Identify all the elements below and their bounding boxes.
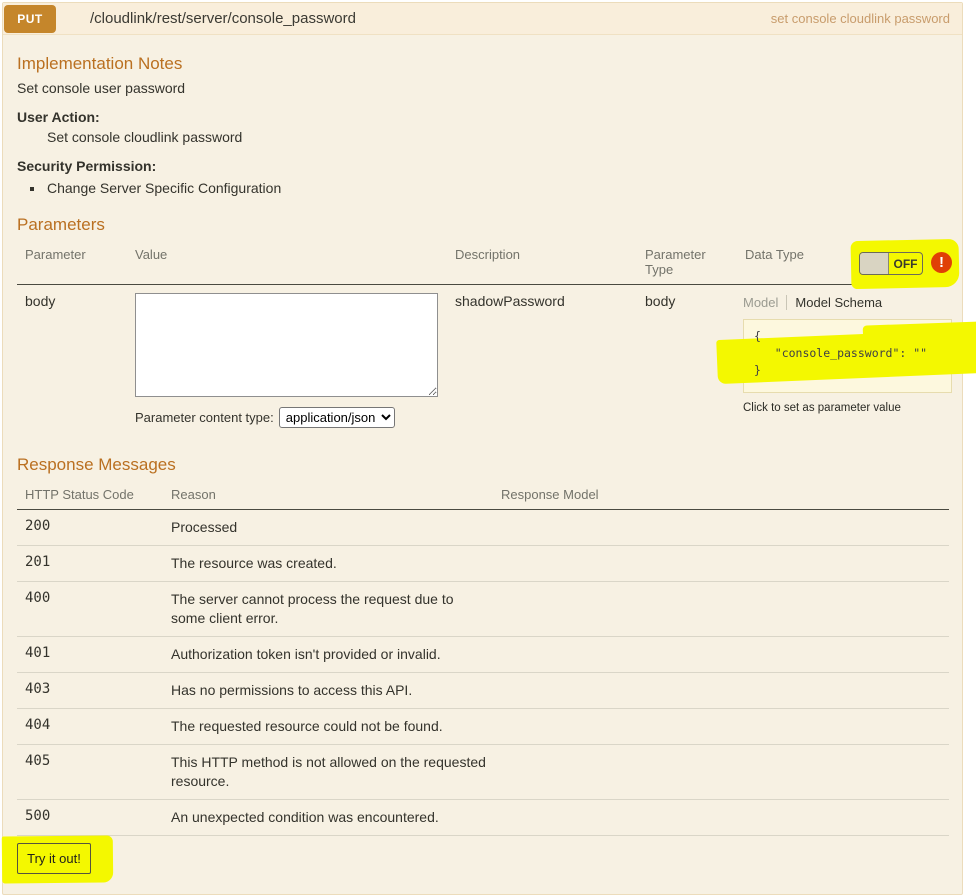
status-code: 401	[25, 645, 51, 661]
reason: An unexpected condition was encountered.	[171, 809, 439, 825]
col-value: Value	[135, 247, 168, 262]
reason: Authorization token isn't provided or in…	[171, 646, 441, 662]
response-row-405: 405 This HTTP method is not allowed on t…	[17, 745, 949, 800]
reason: The resource was created.	[171, 555, 337, 571]
col-http-status-code: HTTP Status Code	[25, 487, 134, 502]
tab-divider	[786, 295, 788, 310]
status-code: 201	[25, 554, 51, 570]
schema-json: { "console_password": ""}	[754, 329, 928, 377]
responses-table-header: HTTP Status Code Reason Response Model	[17, 483, 949, 510]
parameters-title: Parameters	[17, 215, 105, 234]
content-type-select[interactable]: application/json	[278, 407, 395, 428]
security-permission-list: Change Server Specific Configuration	[17, 180, 949, 196]
api-operation-panel: PUT /cloudlink/rest/server/console_passw…	[1, 2, 976, 895]
tab-model-schema[interactable]: Model Schema	[795, 295, 882, 310]
response-row-200: 200 Processed	[17, 510, 949, 546]
reason: Processed	[171, 519, 238, 535]
toggle-state-label: OFF	[893, 256, 918, 271]
operation-header[interactable]: PUT /cloudlink/rest/server/console_passw…	[3, 3, 962, 35]
model-schema-wrap: { "console_password": ""}	[716, 319, 976, 393]
tab-model[interactable]: Model	[743, 295, 778, 310]
response-model	[493, 582, 949, 636]
col-response-model: Response Model	[501, 487, 599, 502]
col-parameter-type: Parameter Type	[645, 247, 706, 277]
implementation-notes-title: Implementation Notes	[17, 54, 183, 73]
auth-toggle[interactable]: OFF	[859, 252, 923, 275]
parameter-name: body	[25, 293, 56, 309]
response-messages-title: Response Messages	[17, 455, 176, 474]
response-row-201: 201 The resource was created.	[17, 546, 949, 582]
reason: The server cannot process the request du…	[171, 591, 454, 626]
response-row-500: 500 An unexpected condition was encounte…	[17, 800, 949, 836]
status-code: 405	[25, 753, 51, 769]
status-code: 400	[25, 590, 51, 606]
data-type-cell: Model Model Schema { "console_password":…	[716, 285, 976, 436]
status-code: 500	[25, 808, 51, 824]
user-action-value: Set console cloudlink password	[47, 129, 243, 145]
reason: The requested resource could not be foun…	[171, 718, 443, 734]
implementation-notes-description: Set console user password	[17, 80, 186, 96]
content-type-label: Parameter content type:	[135, 410, 274, 425]
col-description: Description	[455, 247, 521, 262]
reason: This HTTP method is not allowed on the r…	[171, 754, 486, 789]
warning-icon[interactable]: !	[931, 252, 952, 273]
response-model	[493, 510, 949, 545]
status-code: 403	[25, 681, 51, 697]
response-row-401: 401 Authorization token isn't provided o…	[17, 637, 949, 673]
parameters-table-header: Parameter Value Description Parameter Ty…	[17, 243, 949, 285]
security-permission-label: Security Permission:	[17, 158, 157, 174]
response-model	[493, 546, 949, 581]
reason: Has no permissions to access this API.	[171, 682, 413, 698]
schema-hint: Click to set as parameter value	[743, 402, 901, 414]
security-permission-item: Change Server Specific Configuration	[45, 180, 949, 196]
status-code: 200	[25, 518, 51, 534]
response-row-404: 404 The requested resource could not be …	[17, 709, 949, 745]
response-model	[493, 745, 949, 799]
model-schema-panel[interactable]: { "console_password": ""}	[743, 319, 952, 393]
response-model	[493, 800, 949, 835]
body-value-textarea[interactable]	[135, 293, 438, 397]
parameter-description: shadowPassword	[455, 293, 565, 309]
http-method-badge: PUT	[4, 4, 56, 33]
response-row-400: 400 The server cannot process the reques…	[17, 582, 949, 637]
col-parameter: Parameter	[25, 247, 86, 262]
auth-toggle-cluster: OFF !	[850, 238, 961, 290]
endpoint-path: /cloudlink/rest/server/console_password	[90, 10, 356, 27]
response-model	[493, 637, 949, 672]
parameter-value-cell: Parameter content type: application/json	[127, 285, 447, 436]
response-row-403: 403 Has no permissions to access this AP…	[17, 673, 949, 709]
content-type-row: Parameter content type: application/json	[135, 407, 443, 428]
operation-content: Implementation Notes Set console user pa…	[1, 54, 976, 894]
user-action-label: User Action:	[17, 109, 100, 125]
toggle-knob[interactable]	[860, 253, 889, 274]
col-reason: Reason	[171, 487, 216, 502]
response-model	[493, 673, 949, 708]
try-it-out-button[interactable]: Try it out!	[17, 843, 91, 874]
tryout-area: Try it out!	[1, 835, 949, 886]
response-model	[493, 709, 949, 744]
status-code: 404	[25, 717, 51, 733]
model-tabs: Model Model Schema	[743, 295, 952, 310]
parameter-row-body: body Parameter content type: application…	[17, 285, 976, 436]
operation-summary-link[interactable]: set console cloudlink password	[771, 11, 950, 26]
